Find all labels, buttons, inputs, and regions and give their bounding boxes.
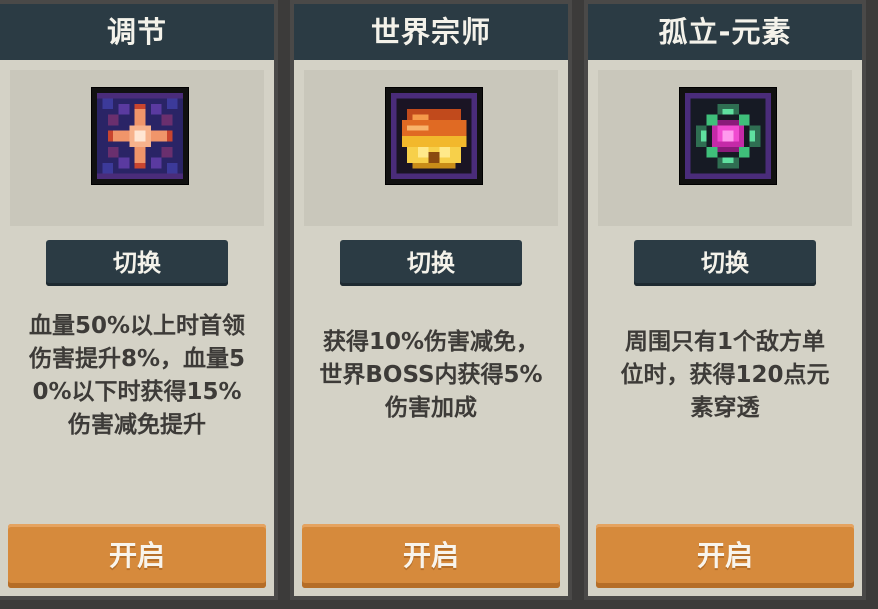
card-title: 调节 [0, 4, 274, 60]
icon-panel [304, 70, 558, 226]
card-description: 获得10%伤害减免， 世界BOSS内获得5% 伤害加成 [319, 329, 543, 421]
talent-card-list: 调节 切换 血量50%以上时首领 伤害提升8%，血量5 0%以下时获得15% 伤… [0, 0, 878, 609]
card-title: 世界宗师 [294, 4, 568, 60]
talent-card-tiaojie: 调节 切换 血量50%以上时首领 伤害提升8%，血量5 0%以下时获得15% 伤… [0, 0, 278, 600]
activate-button[interactable]: 开启 [8, 524, 266, 588]
activate-button[interactable]: 开启 [302, 524, 560, 588]
talent-card-isolation-element: 孤立-元素 切换 周围只有1个敌方单 位时，获得120点元 素穿透 开启 [584, 0, 866, 600]
icon-panel [598, 70, 852, 226]
element-gem-icon [680, 88, 776, 184]
golden-helmet-icon [386, 88, 482, 184]
card-title: 孤立-元素 [588, 4, 862, 60]
card-description: 周围只有1个敌方单 位时，获得120点元 素穿透 [620, 329, 830, 421]
switch-button[interactable]: 切换 [46, 240, 228, 286]
talent-card-world-master: 世界宗师 切换 获得10%伤害减免， 世界BOSS内获得5% 伤害加成 开启 [290, 0, 572, 600]
icon-panel [10, 70, 264, 226]
switch-button[interactable]: 切换 [340, 240, 522, 286]
activate-button[interactable]: 开启 [596, 524, 854, 588]
switch-button[interactable]: 切换 [634, 240, 816, 286]
cross-sparkle-icon [92, 88, 188, 184]
card-description: 血量50%以上时首领 伤害提升8%，血量5 0%以下时获得15% 伤害减免提升 [28, 313, 246, 438]
